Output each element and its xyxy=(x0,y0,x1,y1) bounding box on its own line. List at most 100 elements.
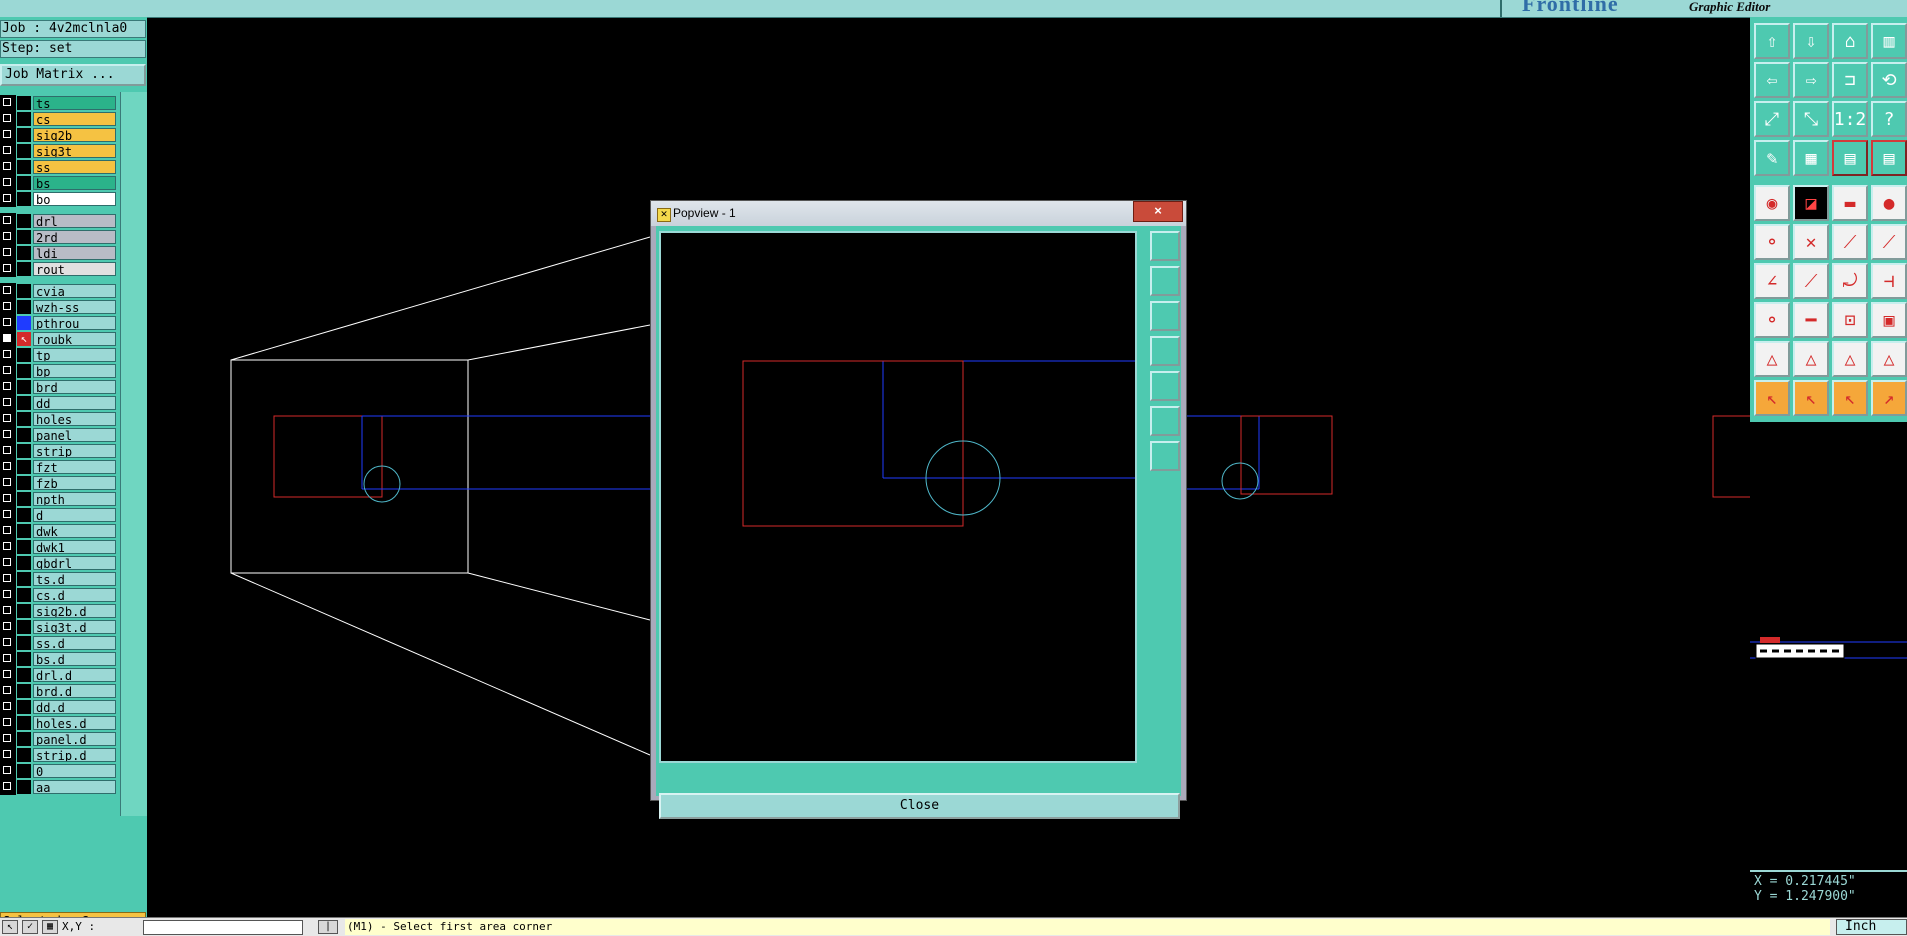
layer-checkbox[interactable] xyxy=(3,542,11,550)
measure-icon[interactable]: ✎ xyxy=(1754,140,1790,176)
layer-checkbox[interactable] xyxy=(3,734,11,742)
zoom-home-icon[interactable]: ⤡ xyxy=(1793,101,1829,137)
layer-checkbox[interactable] xyxy=(3,590,11,598)
pan-right-icon[interactable] xyxy=(1150,371,1180,401)
layer-checkbox[interactable] xyxy=(3,98,11,106)
box-icon[interactable]: ⊡ xyxy=(1832,302,1868,338)
layer-checkbox[interactable] xyxy=(3,574,11,582)
layer-status-icon[interactable] xyxy=(17,396,31,410)
layer-status-icon[interactable] xyxy=(17,192,31,206)
layer-status-icon[interactable] xyxy=(17,364,31,378)
layer-checkbox[interactable] xyxy=(3,654,11,662)
snap-icon[interactable]: ⊐ xyxy=(1832,62,1868,98)
layer-status-icon[interactable] xyxy=(17,262,31,276)
trim-icon[interactable]: ⊣ xyxy=(1871,263,1907,299)
layer-row[interactable]: brd xyxy=(0,379,118,395)
layer-status-icon[interactable] xyxy=(17,556,31,570)
popview-canvas[interactable] xyxy=(659,231,1137,763)
layer-status-icon[interactable] xyxy=(17,428,31,442)
units-select[interactable]: Inch xyxy=(1836,919,1907,935)
resize-icon[interactable]: ↖ xyxy=(2,920,18,934)
help-icon[interactable]: ? xyxy=(1871,101,1907,137)
layer-status-icon[interactable] xyxy=(17,700,31,714)
layer-status-icon[interactable] xyxy=(17,684,31,698)
layer-row[interactable]: strip.d xyxy=(0,747,118,763)
select-net-icon[interactable]: ↗ xyxy=(1871,380,1907,416)
line-icon[interactable]: ▬ xyxy=(1832,185,1868,221)
triangle-a-icon[interactable]: △ xyxy=(1793,341,1829,377)
zoom-fit-icon[interactable]: ⤢ xyxy=(1754,101,1790,137)
pan-down-icon[interactable] xyxy=(1150,301,1180,331)
layer-checkbox[interactable] xyxy=(3,178,11,186)
layer-row[interactable]: pthrou xyxy=(0,315,118,331)
point-icon[interactable]: ⚬ xyxy=(1754,302,1790,338)
angle-icon[interactable]: ∠ xyxy=(1754,263,1790,299)
layer-checkbox[interactable] xyxy=(3,114,11,122)
segment-icon[interactable]: ⟋ xyxy=(1832,224,1868,260)
layer-row[interactable]: sig2b.d xyxy=(0,603,118,619)
layer-checkbox[interactable] xyxy=(3,526,11,534)
layer-checkbox[interactable] xyxy=(3,162,11,170)
zoom-out-icon[interactable] xyxy=(1150,441,1180,471)
xy-input[interactable] xyxy=(143,920,303,935)
layer-status-icon[interactable] xyxy=(17,604,31,618)
layer-status-icon[interactable] xyxy=(17,380,31,394)
layer-status-icon[interactable] xyxy=(17,128,31,142)
layer-status-icon[interactable] xyxy=(17,160,31,174)
layers-icon[interactable]: ▤ xyxy=(1871,140,1907,176)
layer-row[interactable]: ↖ roubk xyxy=(0,331,118,347)
layer-row[interactable]: fzb xyxy=(0,475,118,491)
layer-status-icon[interactable] xyxy=(17,764,31,778)
pad-icon[interactable]: ◉ xyxy=(1754,185,1790,221)
layer-row[interactable]: holes.d xyxy=(0,715,118,731)
layer-row[interactable]: d xyxy=(0,507,118,523)
layer-status-icon[interactable] xyxy=(17,780,31,794)
layer-status-icon[interactable] xyxy=(17,316,31,330)
layer-status-icon[interactable] xyxy=(17,588,31,602)
select-add-icon[interactable]: ↖ xyxy=(1793,380,1829,416)
layer-checkbox[interactable] xyxy=(3,510,11,518)
layer-checkbox[interactable] xyxy=(3,286,11,294)
layer-checkbox[interactable] xyxy=(3,766,11,774)
layer-checkbox[interactable] xyxy=(3,366,11,374)
layer-row[interactable]: ts xyxy=(0,95,118,111)
layer-checkbox[interactable] xyxy=(3,638,11,646)
layer-checkbox[interactable] xyxy=(3,558,11,566)
pan-left-icon[interactable] xyxy=(1150,336,1180,366)
layer-checkbox[interactable] xyxy=(3,606,11,614)
layer-row[interactable]: drl.d xyxy=(0,667,118,683)
layer-row[interactable]: ts.d xyxy=(0,571,118,587)
layer-checkbox[interactable] xyxy=(3,232,11,240)
profile-icon[interactable]: ▤ xyxy=(1832,140,1868,176)
scale-icon[interactable]: 1:2 xyxy=(1832,101,1868,137)
layer-status-icon[interactable] xyxy=(17,652,31,666)
pan-down-icon[interactable]: ⇩ xyxy=(1793,23,1829,59)
layer-list-scrollbar[interactable] xyxy=(120,92,147,816)
home-icon[interactable]: ⌂ xyxy=(1832,23,1868,59)
layer-row[interactable]: rout xyxy=(0,261,118,277)
layer-checkbox[interactable] xyxy=(3,622,11,630)
layer-checkbox[interactable] xyxy=(3,686,11,694)
pan-right-icon[interactable]: ⇨ xyxy=(1793,62,1829,98)
layer-status-icon[interactable] xyxy=(17,348,31,362)
layer-status-icon[interactable] xyxy=(17,572,31,586)
triangle-c-icon[interactable]: △ xyxy=(1871,341,1907,377)
layer-status-icon[interactable] xyxy=(17,492,31,506)
layer-checkbox[interactable] xyxy=(3,718,11,726)
dot-icon[interactable]: ● xyxy=(1871,185,1907,221)
layer-checkbox[interactable] xyxy=(3,130,11,138)
layer-status-icon[interactable] xyxy=(17,144,31,158)
layer-row[interactable]: bs.d xyxy=(0,651,118,667)
pan-left-icon[interactable]: ⇦ xyxy=(1754,62,1790,98)
layer-status-icon[interactable] xyxy=(17,732,31,746)
layer-row[interactable]: 2rd xyxy=(0,229,118,245)
layer-status-icon[interactable] xyxy=(17,668,31,682)
layer-row[interactable]: 0 xyxy=(0,763,118,779)
layer-checkbox[interactable] xyxy=(3,670,11,678)
layer-status-icon[interactable] xyxy=(17,460,31,474)
popview-titlebar[interactable]: ✕ Popview - 1 × xyxy=(651,201,1186,226)
layer-status-icon[interactable] xyxy=(17,284,31,298)
layer-checkbox[interactable] xyxy=(3,446,11,454)
layer-row[interactable]: holes xyxy=(0,411,118,427)
layer-status-icon[interactable] xyxy=(17,300,31,314)
